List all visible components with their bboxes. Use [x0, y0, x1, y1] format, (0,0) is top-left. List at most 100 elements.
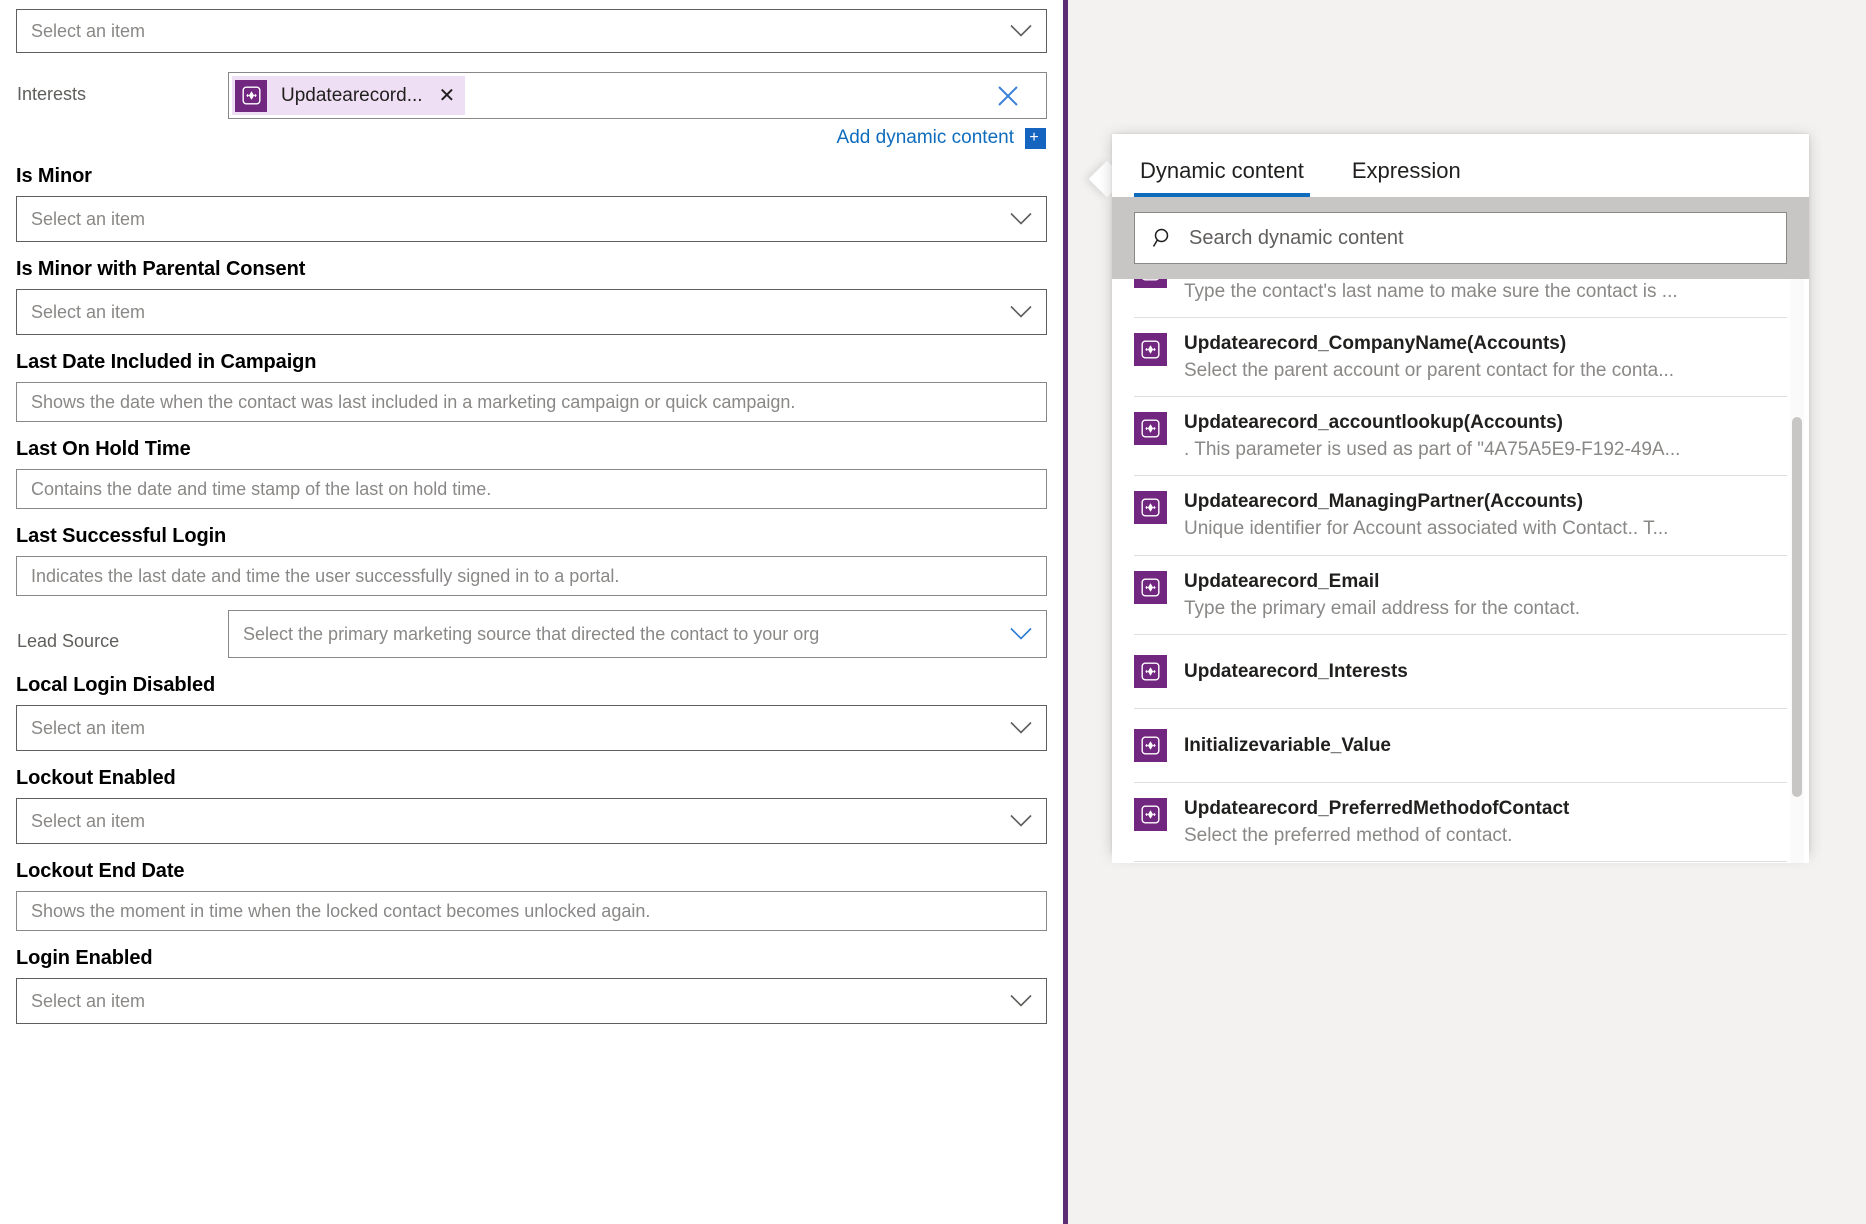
- dynamic-content-item[interactable]: Updatearecord_Interests: [1134, 635, 1787, 709]
- top-select-field-block: Select an item: [16, 0, 1047, 53]
- interests-token-input[interactable]: Updatearecord... ✕: [228, 72, 1047, 119]
- field-label: Last Date Included in Campaign: [16, 351, 317, 373]
- chevron-down-icon[interactable]: [1010, 721, 1032, 735]
- dataverse-icon: [1134, 333, 1167, 367]
- dynamic-content-item-body: Initializevariable_Value: [1184, 733, 1787, 758]
- field-dropdown[interactable]: Select an item: [16, 289, 1047, 335]
- field-placeholder: Indicates the last date and time the use…: [31, 565, 620, 586]
- add-dynamic-content-row: Add dynamic content +: [228, 119, 1047, 149]
- field-textbox[interactable]: Shows the moment in time when the locked…: [16, 891, 1047, 931]
- dataverse-icon: [1134, 570, 1167, 604]
- dynamic-content-item-description: . This parameter is used as part of "4A7…: [1184, 439, 1681, 461]
- chevron-down-icon[interactable]: [1010, 305, 1032, 319]
- dynamic-content-item[interactable]: Updatearecord_CompanyName(Accounts) Selec…: [1134, 318, 1787, 398]
- field-label: Lockout End Date: [16, 860, 185, 882]
- field-placeholder: Select an item: [31, 717, 146, 738]
- dynamic-content-item-title: Updatearecord_accountlookup(Accounts): [1184, 412, 1563, 434]
- field-block-4: Last Successful Login Indicates the last …: [16, 509, 1047, 596]
- dynamic-content-item-title: Updatearecord_PreferredMethodofContact: [1184, 797, 1570, 819]
- dynamic-content-item-description: Unique identifier for Account associated…: [1184, 518, 1669, 540]
- field-label: Last Successful Login: [16, 525, 227, 547]
- dynamic-content-item[interactable]: Ask in PowerApps: [1134, 862, 1787, 863]
- dynamic-content-item-body: Updatearecord_accountlookup(Accounts) . T…: [1184, 410, 1787, 462]
- field-placeholder: Select an item: [31, 810, 146, 831]
- dynamic-content-item-title: Initializevariable_Value: [1184, 734, 1391, 756]
- add-dynamic-content-plus-button[interactable]: +: [1025, 127, 1046, 149]
- tab-expression[interactable]: Expression: [1346, 158, 1467, 197]
- dynamic-content-item[interactable]: Updatearecord_accountlookup(Accounts) . T…: [1134, 397, 1787, 477]
- top-select-dropdown[interactable]: Select an item: [16, 9, 1047, 53]
- field-block-8: Lockout End Date Shows the moment in time…: [16, 844, 1047, 931]
- tab-dynamic-content[interactable]: Dynamic content: [1134, 158, 1310, 197]
- clear-x-icon[interactable]: [996, 84, 1020, 108]
- dynamic-content-item[interactable]: Updatearecord_Email Type the primary emai…: [1134, 556, 1787, 635]
- dataverse-icon: [235, 79, 267, 112]
- dataverse-icon: [1134, 728, 1167, 762]
- field-dropdown[interactable]: Select an item: [16, 196, 1047, 242]
- dynamic-content-item[interactable]: Updatearecord_PreferredMethodofContact Se…: [1134, 783, 1787, 862]
- dynamic-content-flyout: Dynamic content Expression Type the cont…: [1112, 134, 1809, 863]
- scrollbar-thumb[interactable]: [1792, 417, 1802, 797]
- field-dropdown[interactable]: Select an item: [16, 978, 1047, 1024]
- dynamic-content-item-body: Updatearecord_Interests: [1184, 659, 1787, 684]
- chevron-down-icon[interactable]: [1010, 994, 1032, 1008]
- form-fields-container: Select an item Interests Updatearecord..…: [0, 0, 1063, 1024]
- search-icon: [1151, 226, 1175, 250]
- chevron-down-icon[interactable]: [1010, 212, 1032, 226]
- dynamic-content-item[interactable]: Updatearecord_ManagingPartner(Accounts) U…: [1134, 476, 1787, 556]
- dataverse-icon: [1134, 797, 1167, 831]
- dataverse-icon: [1134, 491, 1167, 525]
- dynamic-content-scrollbar[interactable]: [1790, 279, 1804, 863]
- dynamic-content-item-title: Updatearecord_Interests: [1184, 660, 1408, 682]
- field-label: Is Minor with Parental Consent: [16, 258, 306, 280]
- field-textbox[interactable]: Indicates the last date and time the use…: [16, 556, 1047, 596]
- dynamic-content-item-description: Select the preferred method of contact.: [1184, 824, 1513, 846]
- field-placeholder: Contains the date and time stamp of the …: [31, 478, 492, 499]
- interests-field-row: Interests Updatearecord... ✕ Add dynamic…: [16, 72, 1047, 149]
- field-block-1: Is Minor with Parental Consent Select an …: [16, 242, 1047, 335]
- search-input[interactable]: [1189, 226, 1770, 250]
- dynamic-content-token[interactable]: Updatearecord... ✕: [232, 76, 466, 115]
- field-placeholder: Select an item: [31, 990, 146, 1011]
- add-dynamic-content-link[interactable]: Add dynamic content: [837, 127, 1014, 149]
- dynamic-content-item-title: Updatearecord_ManagingPartner(Accounts): [1184, 491, 1584, 513]
- field-label: Last On Hold Time: [16, 438, 191, 460]
- field-placeholder: Select an item: [31, 208, 146, 229]
- dataverse-icon: [1134, 412, 1167, 446]
- field-textbox[interactable]: Contains the date and time stamp of the …: [16, 469, 1047, 509]
- field-block-0: Is Minor Select an item: [16, 149, 1047, 242]
- field-placeholder: Select the primary marketing source that…: [243, 623, 820, 644]
- field-block-6: Local Login Disabled Select an item: [16, 658, 1047, 751]
- chevron-down-icon[interactable]: [1010, 627, 1032, 641]
- close-icon[interactable]: ✕: [439, 86, 456, 106]
- dynamic-content-item-title: Updatearecord_CompanyName(Accounts): [1184, 333, 1567, 355]
- dynamic-content-item-description: Type the primary email address for the c…: [1184, 597, 1581, 619]
- field-label: Lockout Enabled: [16, 767, 176, 789]
- dynamic-content-list[interactable]: Type the contact's last name to make sur…: [1112, 279, 1809, 863]
- field-dropdown[interactable]: Select the primary marketing source that…: [228, 610, 1047, 658]
- token-label: Updatearecord...: [281, 84, 423, 106]
- field-block-3: Last On Hold Time Contains the date and t…: [16, 422, 1047, 509]
- dynamic-content-item-title: Updatearecord_Email: [1184, 570, 1380, 592]
- field-placeholder: Shows the date when the contact was last…: [31, 391, 796, 412]
- field-label: Is Minor: [16, 165, 92, 187]
- search-box[interactable]: [1134, 212, 1787, 264]
- dynamic-content-item[interactable]: Initializevariable_Value: [1134, 709, 1787, 783]
- top-select-placeholder: Select an item: [31, 20, 146, 41]
- flyout-tabs: Dynamic content Expression: [1112, 134, 1809, 197]
- app-root: Select an item Interests Updatearecord..…: [0, 0, 1866, 1224]
- dynamic-content-item-body: Updatearecord_PreferredMethodofContact Se…: [1184, 796, 1787, 848]
- field-dropdown[interactable]: Select an item: [16, 798, 1047, 844]
- field-block-7: Lockout Enabled Select an item: [16, 751, 1047, 844]
- field-textbox[interactable]: Shows the date when the contact was last…: [16, 382, 1047, 422]
- dataverse-icon: [1134, 654, 1167, 688]
- dynamic-content-item-body: Updatearecord_Email Type the primary emai…: [1184, 569, 1787, 621]
- dynamic-content-items: Type the contact's last name to make sur…: [1134, 279, 1787, 863]
- dynamic-content-item-body: Updatearecord_ManagingPartner(Accounts) U…: [1184, 489, 1787, 541]
- dynamic-content-item[interactable]: Type the contact's last name to make sur…: [1134, 279, 1787, 319]
- field-block-2: Last Date Included in Campaign Shows the …: [16, 335, 1047, 422]
- interests-label: Interests: [17, 84, 87, 104]
- form-field-list: Is Minor Select an item Is Minor with Pare…: [16, 149, 1047, 1024]
- chevron-down-icon[interactable]: [1010, 814, 1032, 828]
- field-dropdown[interactable]: Select an item: [16, 705, 1047, 751]
